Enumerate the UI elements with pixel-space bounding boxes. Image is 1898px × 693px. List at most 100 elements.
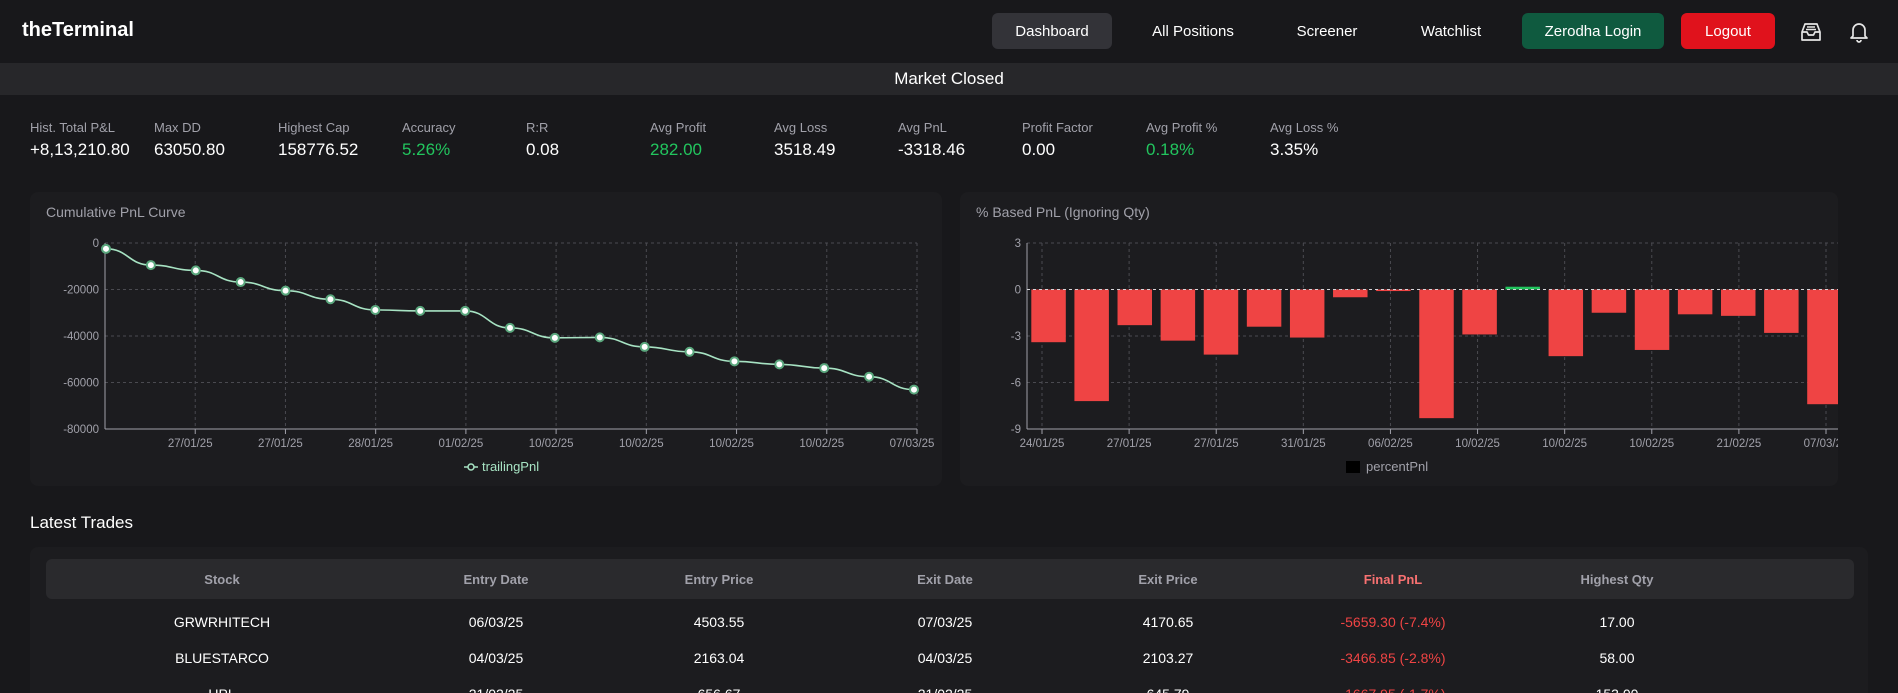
x-tick-label: 27/01/25 xyxy=(1194,438,1239,450)
data-point[interactable] xyxy=(190,265,201,276)
data-point[interactable] xyxy=(370,304,381,315)
zerodha-login-button[interactable]: Zerodha Login xyxy=(1522,13,1664,49)
bar[interactable] xyxy=(1289,289,1325,338)
nav-dashboard[interactable]: Dashboard xyxy=(992,13,1112,49)
x-tick-label: 07/03/25 xyxy=(890,438,935,450)
data-point[interactable] xyxy=(101,243,111,254)
data-point[interactable] xyxy=(280,285,291,296)
column-header-stock[interactable]: Stock xyxy=(122,559,322,599)
metric-label: Avg Loss % xyxy=(1270,120,1339,135)
cell-exit-price: 645.79 xyxy=(1068,676,1268,693)
data-point[interactable] xyxy=(460,305,471,316)
inbox-icon[interactable] xyxy=(1799,20,1823,44)
cell-exit-date: 07/03/25 xyxy=(917,614,973,630)
metric-avg-profit: Avg Profit % 0.18% xyxy=(1146,120,1217,160)
metric-avg-profit: Avg Profit 282.00 xyxy=(650,120,706,160)
data-point[interactable] xyxy=(594,332,605,343)
table-row[interactable]: UPL 21/02/25 656.67 21/02/25 645.79 -1667.95 … xyxy=(46,676,1854,693)
column-header-final-pnl[interactable]: Final PnL xyxy=(1293,559,1493,599)
metric-r-r: R:R 0.08 xyxy=(526,120,559,160)
x-tick-label: 10/02/25 xyxy=(799,438,844,450)
bar[interactable] xyxy=(1333,289,1368,298)
brand-logo[interactable]: theTerminal xyxy=(22,19,134,42)
cell-stock: UPL xyxy=(122,676,322,693)
column-header-exit-price[interactable]: Exit Price xyxy=(1068,559,1268,599)
y-tick-label: -6 xyxy=(1011,378,1021,390)
metric-label: Avg Profit xyxy=(650,120,707,135)
metric-label: R:R xyxy=(526,120,549,135)
column-header-exit-date[interactable]: Exit Date xyxy=(845,559,1045,599)
cumulative-pnl-chart: 0 -20000 -40000 -60000 -80000 27/01/25 27/01/2… xyxy=(63,238,935,474)
bar[interactable] xyxy=(1462,289,1497,335)
table-row[interactable]: GRWRHITECH 06/03/25 4503.55 07/03/25 4170.65… xyxy=(46,604,1854,640)
metric-value: 63050.80 xyxy=(154,140,225,159)
bar[interactable] xyxy=(1764,289,1799,333)
bar[interactable] xyxy=(1634,289,1670,350)
bar[interactable] xyxy=(1505,286,1540,290)
nav-all-positions[interactable]: All Positions xyxy=(1138,13,1248,49)
bar[interactable] xyxy=(1031,289,1066,343)
y-tick-label: 0 xyxy=(1015,285,1021,297)
data-point[interactable] xyxy=(505,322,515,333)
cell-exit-price: 4170.65 xyxy=(1142,614,1194,630)
legend-label-trailingpnl[interactable]: trailingPnl xyxy=(482,459,539,474)
metric-label: Highest Cap xyxy=(278,120,350,135)
metric-value: 158776.52 xyxy=(278,140,359,159)
nav-watchlist[interactable]: Watchlist xyxy=(1405,13,1497,49)
bar[interactable] xyxy=(1246,289,1282,327)
x-tick-label: 10/02/25 xyxy=(1455,438,1500,450)
cell-exit-price: 2103.27 xyxy=(1142,650,1194,666)
data-point[interactable] xyxy=(325,294,336,305)
legend-label-percentpnl[interactable]: percentPnl xyxy=(1366,459,1428,474)
data-point[interactable] xyxy=(415,305,426,316)
x-tick-label: 10/02/25 xyxy=(1542,438,1587,450)
bar[interactable] xyxy=(1203,289,1239,355)
bar[interactable] xyxy=(1117,289,1153,326)
data-point[interactable] xyxy=(774,359,785,370)
bar[interactable] xyxy=(1160,289,1196,341)
bar[interactable] xyxy=(1591,289,1627,313)
latest-trades-table: Stock Entry Date Entry Price Exit Date Exit … xyxy=(30,547,1868,693)
bar[interactable] xyxy=(1419,289,1454,419)
top-navbar: theTerminal Dashboard All Positions Scre… xyxy=(0,0,1898,63)
table-row[interactable]: BLUESTARCO 04/03/25 2163.04 04/03/25 2103.27… xyxy=(46,640,1854,676)
column-header-highest-qty[interactable]: Highest Qty xyxy=(1517,559,1717,599)
data-point[interactable] xyxy=(729,356,740,367)
nav-screener[interactable]: Screener xyxy=(1285,13,1369,49)
y-tick-label: -9 xyxy=(1011,424,1021,436)
data-point[interactable] xyxy=(864,371,875,382)
metric-value: 0.00 xyxy=(1022,140,1056,159)
metric-value: 0.18% xyxy=(1146,140,1195,159)
data-point[interactable] xyxy=(909,384,919,395)
x-tick-label: 07/03/25 xyxy=(1804,438,1838,450)
data-point[interactable] xyxy=(235,277,246,288)
data-point[interactable] xyxy=(684,346,695,357)
bar[interactable] xyxy=(1677,289,1713,315)
data-point[interactable] xyxy=(145,260,156,271)
y-tick-label: 0 xyxy=(93,238,99,250)
metric-value: -3318.46 xyxy=(898,140,966,159)
cell-highest-qty: 17.00 xyxy=(1599,614,1635,630)
bar[interactable] xyxy=(1807,289,1838,405)
column-header-entry-date[interactable]: Entry Date xyxy=(396,559,596,599)
y-tick-label: -40000 xyxy=(63,331,99,343)
data-point[interactable] xyxy=(549,332,560,343)
column-header-entry-price[interactable]: Entry Price xyxy=(619,559,819,599)
data-point[interactable] xyxy=(819,363,830,374)
y-tick-label: -20000 xyxy=(63,285,99,297)
metric-label: Avg Loss xyxy=(774,120,828,135)
cell-highest-qty: 58.00 xyxy=(1599,650,1635,666)
bar[interactable] xyxy=(1548,289,1584,357)
bell-icon[interactable] xyxy=(1847,20,1871,44)
cell-stock: BLUESTARCO xyxy=(175,650,269,666)
metric-value: 3518.49 xyxy=(774,140,836,159)
cell-final-pnl: -1667.95 (-1.7%) xyxy=(1293,676,1493,693)
cell-final-pnl: -5659.30 (-7.4%) xyxy=(1340,614,1446,630)
data-point[interactable] xyxy=(639,341,650,352)
logout-button[interactable]: Logout xyxy=(1681,13,1775,49)
metric-label: Avg Profit % xyxy=(1146,120,1218,135)
bar[interactable] xyxy=(1720,289,1756,316)
metric-avg-loss: Avg Loss % 3.35% xyxy=(1270,120,1338,160)
bar[interactable] xyxy=(1074,289,1109,402)
market-status-bar: Market Closed xyxy=(0,63,1898,95)
